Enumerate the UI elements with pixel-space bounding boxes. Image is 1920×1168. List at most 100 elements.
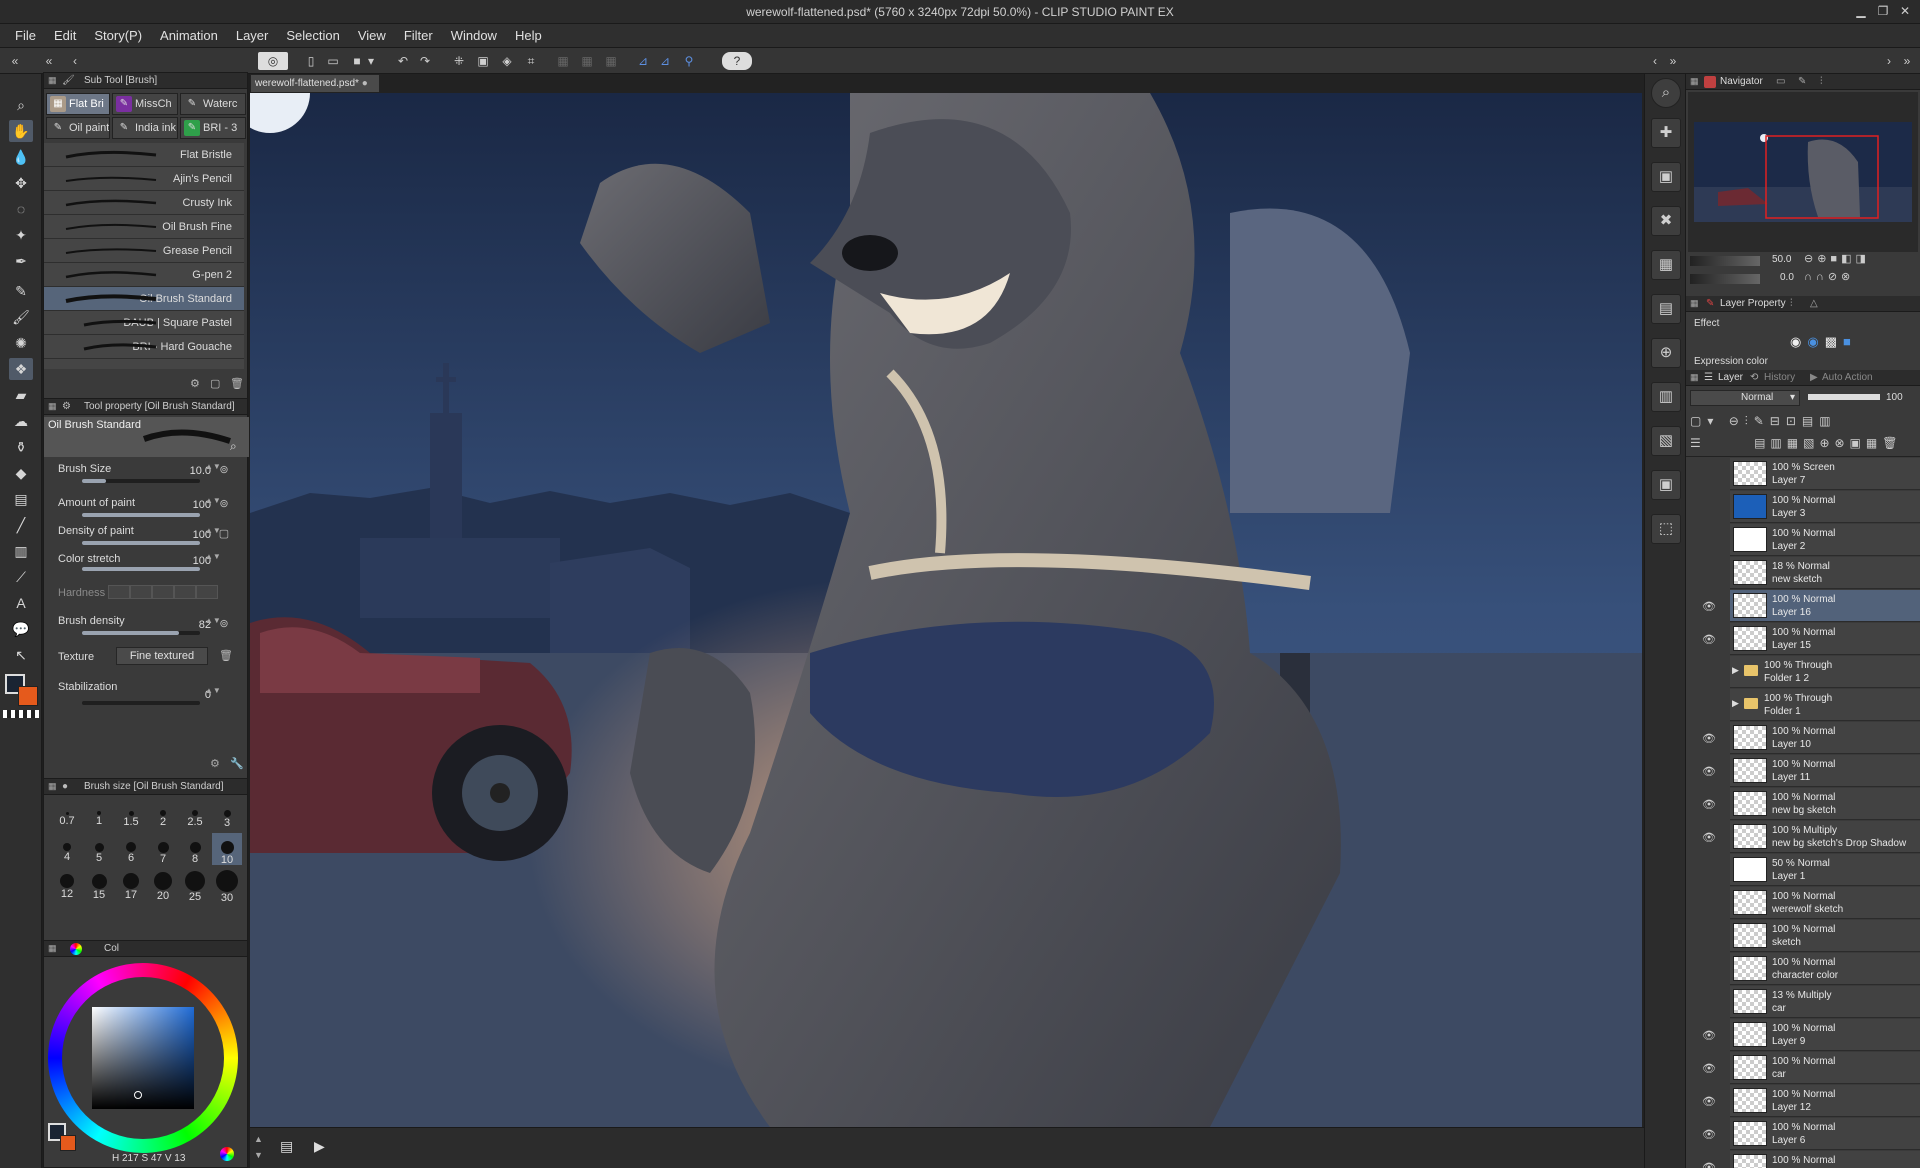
balloon-tool-icon[interactable]: 💬 (9, 618, 33, 640)
layer-row[interactable]: 100 % Normal car (1730, 1052, 1920, 1084)
search-icon[interactable]: ⌕ (230, 439, 237, 454)
visibility-eye-icon[interactable]: 👁 (1702, 765, 1716, 779)
layer-row[interactable]: 100 % Normal werewolf sketch (1730, 887, 1920, 919)
brush-item[interactable]: Crusty Ink (44, 191, 244, 215)
visibility-eye-icon[interactable]: 👁 (1702, 831, 1716, 845)
brush-density-slider[interactable] (82, 631, 200, 635)
layer-row[interactable]: 100 % Screen Layer 7 (1730, 458, 1920, 490)
zoom-slider[interactable] (1690, 256, 1760, 266)
navigator-preview[interactable] (1688, 92, 1918, 252)
sub-view-icon[interactable]: ▣ (1651, 162, 1681, 192)
search-icon[interactable]: ⌕ (1651, 78, 1681, 108)
history-tab[interactable]: History (1764, 372, 1795, 383)
brush-size-preset[interactable]: 8 (180, 833, 210, 865)
layer-row[interactable]: 100 % Normal character color (1730, 953, 1920, 985)
wrench-icon[interactable]: 🔧 (230, 757, 244, 770)
hand-tool-icon[interactable]: ✋ (9, 120, 33, 142)
rotate-buttons[interactable]: ∩∩⊘⊗ (1804, 270, 1854, 283)
brush-size-preset[interactable]: 2 (148, 799, 178, 831)
clip-studio-icon[interactable]: ◎ (258, 52, 288, 70)
layer-property-tab[interactable]: Layer Property (1720, 298, 1786, 309)
layer-row[interactable]: 100 % Normal Layer 6 (1730, 1118, 1920, 1150)
subview-tab-icon[interactable]: ▭ (1776, 76, 1785, 87)
brush-size-preset[interactable]: 1.5 (116, 799, 146, 831)
subtool-settings-icon[interactable]: ⚙ (190, 377, 204, 391)
save-dropdown-icon[interactable]: ▾ (366, 52, 376, 70)
blend-mode-select[interactable]: Normal ▾ (1690, 390, 1800, 406)
brush-size-preset[interactable]: 17 (116, 867, 146, 901)
pressure-icon[interactable]: ⊚ (217, 617, 231, 631)
layer-row[interactable]: 100 % Normal sketch (1730, 920, 1920, 952)
fill-tool-icon[interactable]: ⚱ (9, 436, 33, 458)
menu-file[interactable]: File (6, 24, 45, 48)
snap-grid-icon[interactable]: ⊿ (656, 52, 674, 70)
brush-item-selected[interactable]: Oil Brush Standard (44, 287, 244, 311)
layer-row[interactable]: 100 % Normal Layer 10 (1730, 722, 1920, 754)
info-icon[interactable]: ✖ (1651, 206, 1681, 236)
collapse-icon[interactable]: « (40, 52, 58, 70)
layer-row[interactable]: 100 % Normal Layer 11 (1730, 755, 1920, 787)
visibility-eye-icon[interactable]: 👁 (1702, 1161, 1716, 1168)
visibility-eye-icon[interactable]: 👁 (1702, 633, 1716, 647)
collapse-left-icon[interactable]: « (6, 52, 24, 70)
stretch-slider[interactable] (82, 567, 200, 571)
brush-size-preset[interactable]: 30 (212, 867, 242, 904)
item-tab-icon[interactable]: ⫶ (1820, 76, 1823, 87)
pencil-tool-icon[interactable]: ✎ (9, 280, 33, 302)
brush-item[interactable]: Flat Bristle (44, 143, 244, 167)
layer-row[interactable]: 18 % Normal new sketch (1730, 557, 1920, 589)
zoom-buttons[interactable]: ⊖⊕■◧◨ (1804, 252, 1870, 265)
undo-icon[interactable]: ↶ (394, 52, 412, 70)
crop-icon[interactable]: ⌗ (522, 52, 540, 70)
ruler-tool-icon[interactable]: ╱ (9, 514, 33, 536)
subtool-tab-watercolor[interactable]: ✎ Waterc (180, 93, 246, 115)
saturation-value-square[interactable] (92, 1007, 194, 1109)
menu-view[interactable]: View (349, 24, 395, 48)
rotate-slider[interactable] (1690, 274, 1760, 284)
color-mode-icon[interactable] (220, 1147, 234, 1161)
text-tool-icon[interactable]: A (9, 592, 33, 614)
subtool-tab-missch[interactable]: ✎ MissCh (112, 93, 178, 115)
brush-size-preset[interactable]: 6 (116, 833, 146, 865)
checkbox-icon[interactable]: ▢ (217, 527, 231, 541)
maximize-button[interactable]: ❐ (1874, 3, 1892, 19)
layer-tab[interactable]: Layer (1718, 372, 1743, 383)
brush-item[interactable]: Grease Pencil (44, 239, 244, 263)
expand-icon[interactable]: » (1664, 52, 1682, 70)
camera-icon[interactable]: ▶ (314, 1138, 336, 1158)
redo-icon[interactable]: ↷ (416, 52, 434, 70)
amount-slider[interactable] (82, 513, 200, 517)
layer-row[interactable]: ▶ 100 % Through Folder 1 2 (1730, 656, 1920, 688)
density-slider[interactable] (82, 541, 200, 545)
expand-right-icon[interactable]: » (1898, 52, 1916, 70)
sub-color-swatch[interactable] (18, 686, 38, 706)
visibility-eye-icon[interactable]: 👁 (1702, 600, 1716, 614)
brush-size-preset[interactable]: 2.5 (180, 799, 210, 831)
gradient-tool-icon[interactable]: ◆ (9, 462, 33, 484)
stabilization-spinner[interactable]: ▲▼ (205, 687, 221, 701)
blend-tool-icon[interactable]: ☁ (9, 410, 33, 432)
animation-cel-icon[interactable]: ⬚ (1651, 514, 1681, 544)
auto-select-tool-icon[interactable]: ✦ (9, 224, 33, 246)
layer-row[interactable]: 13 % Multiply car (1730, 986, 1920, 1018)
texture-select[interactable]: Fine textured (116, 647, 208, 665)
save-icon[interactable]: ■ (348, 52, 366, 70)
layer-toolbar-1[interactable]: ▢▾ ⊖⫶✎⊟⊡▤▥ (1690, 414, 1837, 429)
pen-tool-icon[interactable]: ✒ (9, 250, 33, 272)
brush-tool-icon[interactable]: 🖌 (9, 306, 33, 328)
eyedropper-tool-icon[interactable]: 💧 (9, 146, 33, 168)
stretch-spinner[interactable]: ▲▼ (205, 553, 221, 567)
brush-size-preset[interactable]: 5 (84, 833, 114, 865)
menu-filter[interactable]: Filter (395, 24, 442, 48)
brush-size-slider[interactable] (82, 479, 200, 483)
auto-action-tab[interactable]: Auto Action (1822, 372, 1873, 383)
pressure-icon[interactable]: ⊚ (217, 497, 231, 511)
approx-color-icon[interactable]: ▥ (1651, 382, 1681, 412)
brush-item[interactable]: Oil Brush Fine (44, 215, 244, 239)
layer-row[interactable]: 100 % Normal Layer 12 (1730, 1085, 1920, 1117)
figure-tool-icon[interactable]: ▤ (9, 488, 33, 510)
item-bank-icon[interactable]: ▦ (1651, 250, 1681, 280)
brush-size-preset[interactable]: 15 (84, 867, 114, 901)
brush-size-preset[interactable]: 1 (84, 799, 114, 831)
timeline-icon[interactable]: ▤ (280, 1138, 302, 1158)
